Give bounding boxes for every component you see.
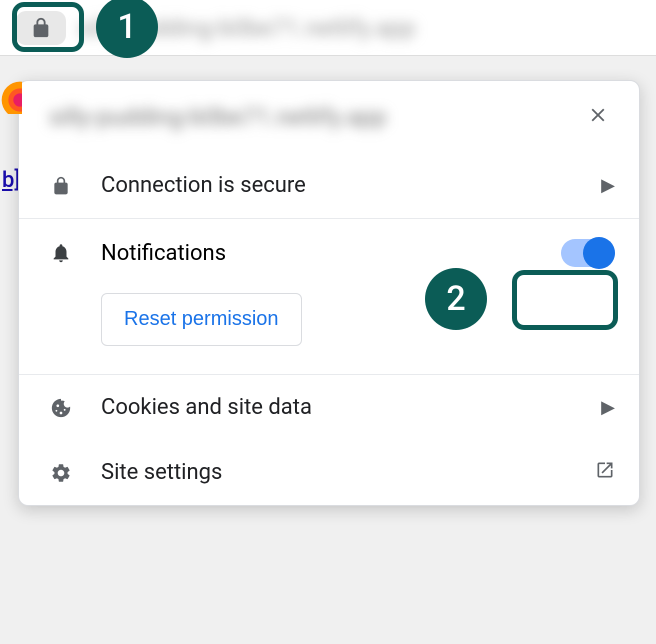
notifications-toggle[interactable] bbox=[561, 239, 615, 267]
reset-permission-button[interactable]: Reset permission bbox=[101, 293, 302, 346]
external-link-icon bbox=[595, 460, 615, 485]
cookies-label: Cookies and site data bbox=[101, 395, 601, 420]
browser-icon-fragment bbox=[0, 80, 22, 114]
cookie-icon bbox=[49, 397, 73, 419]
gear-icon bbox=[49, 462, 73, 484]
lock-icon bbox=[49, 176, 73, 196]
notifications-section: Notifications Reset permission bbox=[19, 219, 639, 374]
bell-icon bbox=[49, 242, 73, 264]
site-settings-label: Site settings bbox=[101, 460, 595, 485]
connection-row[interactable]: Connection is secure ▶ bbox=[19, 153, 639, 218]
site-info-popup: silly-pudding-b0be71.netlify.app Connect… bbox=[18, 80, 640, 506]
close-button[interactable] bbox=[581, 97, 615, 137]
toggle-knob bbox=[583, 237, 615, 269]
address-bar: silly-pudding-b0be71.netlify.app bbox=[0, 0, 656, 56]
chevron-right-icon: ▶ bbox=[601, 397, 615, 418]
notifications-label: Notifications bbox=[101, 241, 561, 266]
site-settings-row[interactable]: Site settings bbox=[19, 440, 639, 505]
close-icon bbox=[587, 104, 609, 126]
chevron-right-icon: ▶ bbox=[601, 175, 615, 196]
lock-icon bbox=[30, 17, 52, 39]
lock-button[interactable] bbox=[16, 11, 66, 45]
popup-header: silly-pudding-b0be71.netlify.app bbox=[19, 81, 639, 153]
url-text: silly-pudding-b0be71.netlify.app bbox=[78, 14, 416, 42]
popup-site-title: silly-pudding-b0be71.netlify.app bbox=[49, 103, 387, 131]
connection-label: Connection is secure bbox=[101, 173, 601, 198]
cookies-row[interactable]: Cookies and site data ▶ bbox=[19, 375, 639, 440]
